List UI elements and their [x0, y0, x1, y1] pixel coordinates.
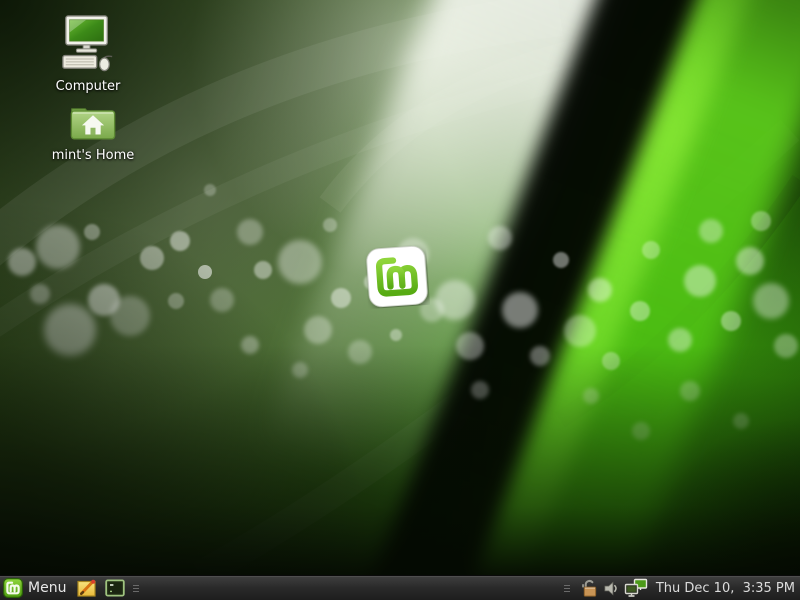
bokeh-circle [30, 284, 50, 304]
panel-applet-handle[interactable] [133, 585, 139, 592]
bokeh-circle [8, 248, 36, 276]
desktop-icon-label: mint's Home [45, 148, 141, 163]
network-icon[interactable] [624, 578, 648, 598]
bokeh-circle [237, 219, 263, 245]
linux-mint-logo-badge [364, 244, 430, 309]
desktop-icon-label: Computer [40, 79, 136, 94]
terminal-launcher-button[interactable] [103, 578, 127, 598]
bokeh-circle [241, 336, 259, 354]
bokeh-circle [471, 381, 489, 399]
desktop-icon-computer[interactable]: Computer [40, 14, 136, 94]
bokeh-circle [699, 219, 723, 243]
mint-menu-icon [3, 578, 23, 598]
menu-button[interactable]: Menu [0, 576, 71, 600]
bokeh-circle [583, 388, 599, 404]
desktop-wallpaper: Computer mint's Home [0, 0, 800, 575]
desktop-icon-home[interactable]: mint's Home [45, 100, 141, 163]
bokeh-circle [751, 211, 771, 231]
tray-handle[interactable] [564, 585, 570, 592]
notes-launcher-button[interactable] [75, 578, 99, 598]
menu-label: Menu [28, 580, 66, 596]
bokeh-circle [736, 247, 764, 275]
bokeh-circle [348, 340, 372, 364]
terminal-icon [105, 578, 125, 598]
bokeh-circle [204, 184, 216, 196]
home-folder-icon [68, 100, 118, 143]
bokeh-circle [456, 332, 484, 360]
bokeh-circle [323, 218, 337, 232]
bokeh-circle [564, 315, 596, 347]
bokeh-circle [642, 241, 660, 259]
taskbar-left: Menu [0, 576, 145, 600]
bokeh-circle [774, 334, 798, 358]
bokeh-circle [684, 265, 716, 297]
bokeh-circle [680, 381, 700, 401]
bokeh-circle [140, 246, 164, 270]
bokeh-circle [84, 224, 100, 240]
bokeh-circle [721, 311, 741, 331]
bokeh-circle [210, 288, 234, 312]
bokeh-circle [435, 280, 475, 320]
screensaver-lock-icon[interactable] [580, 579, 599, 598]
bokeh-circle [36, 225, 80, 269]
bokeh-circle [390, 329, 402, 341]
notes-icon [77, 578, 97, 598]
bokeh-circle [733, 413, 749, 429]
bokeh-circle [168, 293, 184, 309]
clock[interactable]: Thu Dec 10, 3:35 PM [656, 581, 795, 596]
bokeh-circle [502, 292, 538, 328]
bokeh-circle [292, 362, 308, 378]
volume-icon[interactable] [603, 580, 620, 597]
bokeh-circle [44, 304, 96, 356]
bokeh-circle [110, 296, 150, 336]
bokeh-circle [588, 278, 612, 302]
computer-icon [59, 14, 117, 74]
bokeh-circle [304, 316, 332, 344]
bokeh-circle [668, 328, 692, 352]
bokeh-circle [488, 226, 512, 250]
bokeh-circle [630, 301, 650, 321]
bokeh-circle [331, 288, 351, 308]
bokeh-circle [602, 352, 620, 370]
bokeh-circle [632, 422, 650, 440]
taskbar: Menu [0, 575, 800, 600]
bokeh-circle [170, 231, 190, 251]
bokeh-circle [278, 240, 322, 284]
bokeh-circle [553, 252, 569, 268]
bokeh-circle [254, 261, 272, 279]
mint-lm-icon [364, 244, 430, 309]
bokeh-circle [198, 265, 212, 279]
bokeh-circle [530, 346, 550, 366]
bokeh-circle [753, 283, 789, 319]
taskbar-right: Thu Dec 10, 3:35 PM [558, 576, 800, 600]
